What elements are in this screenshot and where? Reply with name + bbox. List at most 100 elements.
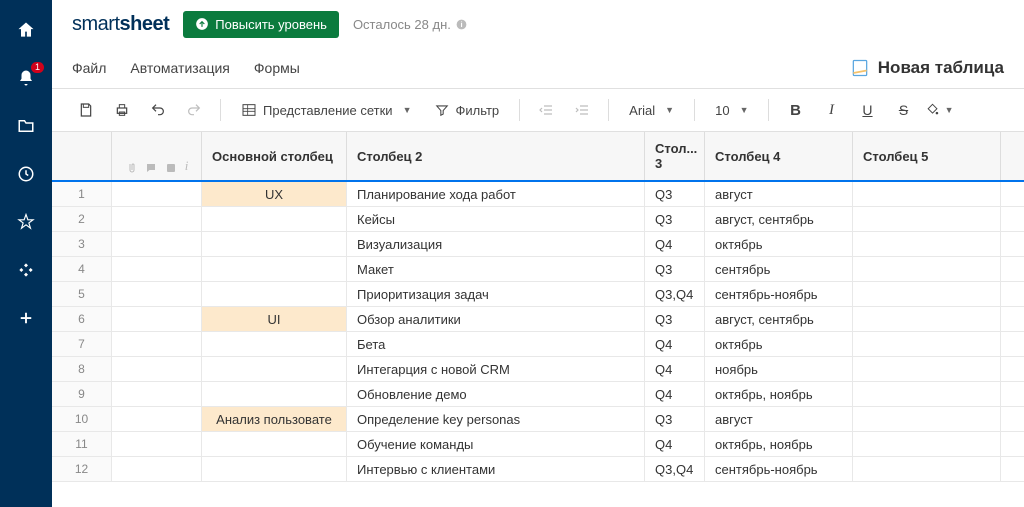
cell[interactable]: Q3 — [645, 207, 705, 231]
cell[interactable]: Q4 — [645, 232, 705, 256]
cell[interactable]: Q3 — [645, 307, 705, 331]
cell[interactable] — [853, 232, 1001, 256]
row-number[interactable]: 1 — [52, 182, 112, 206]
table-row[interactable]: 7 Бета Q4 октябрь — [52, 332, 1024, 357]
cell-primary[interactable] — [202, 457, 347, 481]
cell[interactable]: Обзор аналитики — [347, 307, 645, 331]
cell[interactable]: Q4 — [645, 357, 705, 381]
table-row[interactable]: 6 UI Обзор аналитики Q3 август, сентябрь — [52, 307, 1024, 332]
row-number[interactable]: 10 — [52, 407, 112, 431]
cell[interactable] — [853, 307, 1001, 331]
row-icons[interactable] — [112, 282, 202, 306]
cell-primary[interactable]: UI — [202, 307, 347, 331]
cell[interactable]: Q4 — [645, 332, 705, 356]
row-icons[interactable] — [112, 207, 202, 231]
row-icons[interactable] — [112, 332, 202, 356]
row-icons[interactable] — [112, 232, 202, 256]
cell[interactable]: октябрь, ноябрь — [705, 432, 853, 456]
cell[interactable] — [853, 407, 1001, 431]
cell-primary[interactable] — [202, 207, 347, 231]
add-icon[interactable] — [16, 308, 36, 328]
cell[interactable] — [853, 357, 1001, 381]
cell[interactable] — [853, 432, 1001, 456]
favorites-icon[interactable] — [16, 212, 36, 232]
cell[interactable]: Q3,Q4 — [645, 282, 705, 306]
row-icons[interactable] — [112, 407, 202, 431]
col-header-4[interactable]: Столбец 5 — [853, 132, 1001, 180]
table-row[interactable]: 4 Макет Q3 сентябрь — [52, 257, 1024, 282]
upgrade-button[interactable]: Повысить уровень — [183, 11, 339, 38]
cell[interactable] — [853, 182, 1001, 206]
row-number[interactable]: 7 — [52, 332, 112, 356]
cell[interactable]: Q3 — [645, 182, 705, 206]
cell[interactable]: Бета — [347, 332, 645, 356]
cell-primary[interactable] — [202, 332, 347, 356]
cell[interactable]: август, сентябрь — [705, 307, 853, 331]
row-number[interactable]: 6 — [52, 307, 112, 331]
cell[interactable]: Планирование хода работ — [347, 182, 645, 206]
menu-forms[interactable]: Формы — [254, 60, 300, 76]
italic-button[interactable]: I — [817, 96, 845, 124]
col-header-2[interactable]: Стол... 3 — [645, 132, 705, 180]
view-selector[interactable]: Представление сетки▼ — [233, 98, 419, 122]
cell[interactable]: Q3,Q4 — [645, 457, 705, 481]
cell[interactable] — [853, 257, 1001, 281]
save-button[interactable] — [72, 96, 100, 124]
cell-primary[interactable] — [202, 232, 347, 256]
info-icon[interactable]: i — [455, 18, 468, 31]
cell[interactable]: Обновление демо — [347, 382, 645, 406]
col-header-0[interactable]: Основной столбец — [202, 132, 347, 180]
cell-primary[interactable] — [202, 432, 347, 456]
cell[interactable]: Кейсы — [347, 207, 645, 231]
strike-button[interactable]: S — [889, 96, 917, 124]
table-row[interactable]: 12 Интервью с клиентами Q3,Q4 сентябрь-н… — [52, 457, 1024, 482]
cell[interactable]: август — [705, 407, 853, 431]
font-selector[interactable]: Arial▼ — [621, 99, 682, 122]
underline-button[interactable]: U — [853, 96, 881, 124]
table-row[interactable]: 3 Визуализация Q4 октябрь — [52, 232, 1024, 257]
cell[interactable]: Макет — [347, 257, 645, 281]
cell[interactable] — [853, 332, 1001, 356]
menu-file[interactable]: Файл — [72, 60, 106, 76]
sheet-title[interactable]: Новая таблица — [850, 58, 1004, 78]
col-header-1[interactable]: Столбец 2 — [347, 132, 645, 180]
grid[interactable]: i Основной столбец Столбец 2 Стол... 3 С… — [52, 132, 1024, 507]
cell-primary[interactable] — [202, 282, 347, 306]
cell-primary[interactable]: UX — [202, 182, 347, 206]
cell[interactable]: Q4 — [645, 432, 705, 456]
cell[interactable]: сентябрь-ноябрь — [705, 457, 853, 481]
table-row[interactable]: 11 Обучение команды Q4 октябрь, ноябрь — [52, 432, 1024, 457]
row-number[interactable]: 3 — [52, 232, 112, 256]
fillcolor-button[interactable]: ▼ — [925, 96, 953, 124]
table-row[interactable]: 10 Анализ пользовате Определение key per… — [52, 407, 1024, 432]
row-number[interactable]: 4 — [52, 257, 112, 281]
table-row[interactable]: 2 Кейсы Q3 август, сентябрь — [52, 207, 1024, 232]
cell-primary[interactable]: Анализ пользовате — [202, 407, 347, 431]
cell-primary[interactable] — [202, 257, 347, 281]
cell[interactable]: октябрь — [705, 232, 853, 256]
cell[interactable] — [853, 457, 1001, 481]
undo-button[interactable] — [144, 96, 172, 124]
cell[interactable]: сентябрь — [705, 257, 853, 281]
table-row[interactable]: 9 Обновление демо Q4 октябрь, ноябрь — [52, 382, 1024, 407]
row-number[interactable]: 9 — [52, 382, 112, 406]
cell[interactable]: август — [705, 182, 853, 206]
cell[interactable]: Q3 — [645, 257, 705, 281]
row-icons[interactable] — [112, 182, 202, 206]
col-header-3[interactable]: Столбец 4 — [705, 132, 853, 180]
print-button[interactable] — [108, 96, 136, 124]
cell[interactable]: Определение key personas — [347, 407, 645, 431]
row-number[interactable]: 2 — [52, 207, 112, 231]
cell[interactable]: Интервью с клиентами — [347, 457, 645, 481]
row-number[interactable]: 5 — [52, 282, 112, 306]
row-icons[interactable] — [112, 307, 202, 331]
cell[interactable]: сентябрь-ноябрь — [705, 282, 853, 306]
cell-primary[interactable] — [202, 357, 347, 381]
row-number[interactable]: 12 — [52, 457, 112, 481]
cell-primary[interactable] — [202, 382, 347, 406]
row-icons[interactable] — [112, 257, 202, 281]
cell[interactable] — [853, 382, 1001, 406]
cell[interactable]: ноябрь — [705, 357, 853, 381]
menu-automation[interactable]: Автоматизация — [130, 60, 229, 76]
table-row[interactable]: 5 Приоритизация задач Q3,Q4 сентябрь-ноя… — [52, 282, 1024, 307]
